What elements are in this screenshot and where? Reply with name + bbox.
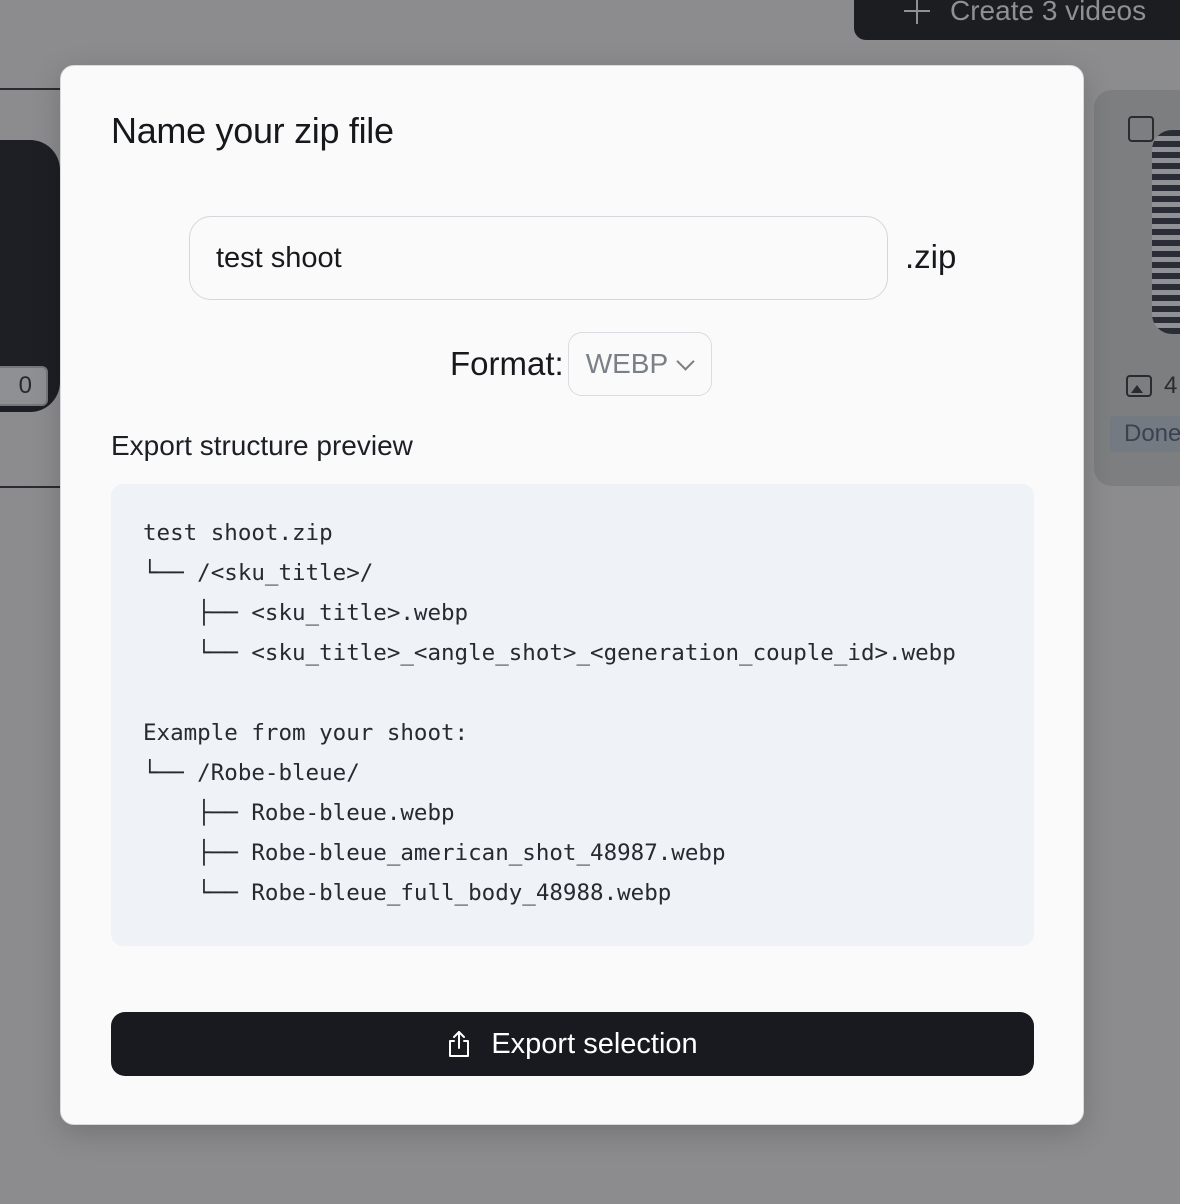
image-count-value: 0 <box>18 372 32 399</box>
select-checkbox[interactable] <box>1128 116 1154 142</box>
export-zip-modal: Name your zip file .zip Format: WEBP Exp… <box>60 65 1084 1125</box>
modal-title: Name your zip file <box>111 110 394 151</box>
status-badge: Done <box>1110 416 1180 452</box>
create-videos-label: Create 3 videos <box>950 0 1147 26</box>
format-value: WEBP <box>585 348 669 379</box>
format-dropdown[interactable]: WEBP <box>567 332 712 396</box>
image-icon <box>1126 375 1152 397</box>
image-count: 4 <box>1126 372 1177 400</box>
product-image-right <box>1152 130 1180 334</box>
image-count-badge: 0 <box>0 366 48 406</box>
share-upload-icon <box>449 1031 470 1057</box>
export-selection-button[interactable]: Export selection <box>111 1012 1034 1076</box>
zip-extension-label: .zip <box>905 238 957 275</box>
preview-line: └── /Robe-bleue/ <box>143 760 360 786</box>
plus-icon <box>904 0 930 24</box>
preview-line: └── /<sku_title>/ <box>143 560 374 586</box>
preview-heading: Export structure preview <box>111 430 413 461</box>
preview-line: ├── <sku_title>.webp <box>143 600 469 626</box>
preview-line: test shoot.zip <box>143 520 333 546</box>
preview-line: ├── Robe-bleue_american_shot_48987.webp <box>143 840 726 866</box>
export-selection-label: Export selection <box>491 1027 698 1060</box>
export-structure-preview: test shoot.zip └── /<sku_title>/ ├── <sk… <box>111 484 1034 946</box>
image-count-value: 4 <box>1164 372 1178 399</box>
preview-line: └── <sku_title>_<angle_shot>_<generation… <box>143 640 956 666</box>
preview-line: └── Robe-bleue_full_body_48988.webp <box>143 880 672 906</box>
format-label: Format: <box>450 345 564 382</box>
preview-line: Example from your shoot: <box>143 720 469 746</box>
preview-line: ├── Robe-bleue.webp <box>143 800 455 826</box>
status-text: Done <box>1124 420 1180 447</box>
zip-filename-input[interactable] <box>189 216 888 300</box>
format-row: Format: WEBP <box>450 332 712 396</box>
create-videos-button[interactable]: Create 3 videos <box>854 0 1180 40</box>
chevron-down-icon <box>676 351 695 371</box>
